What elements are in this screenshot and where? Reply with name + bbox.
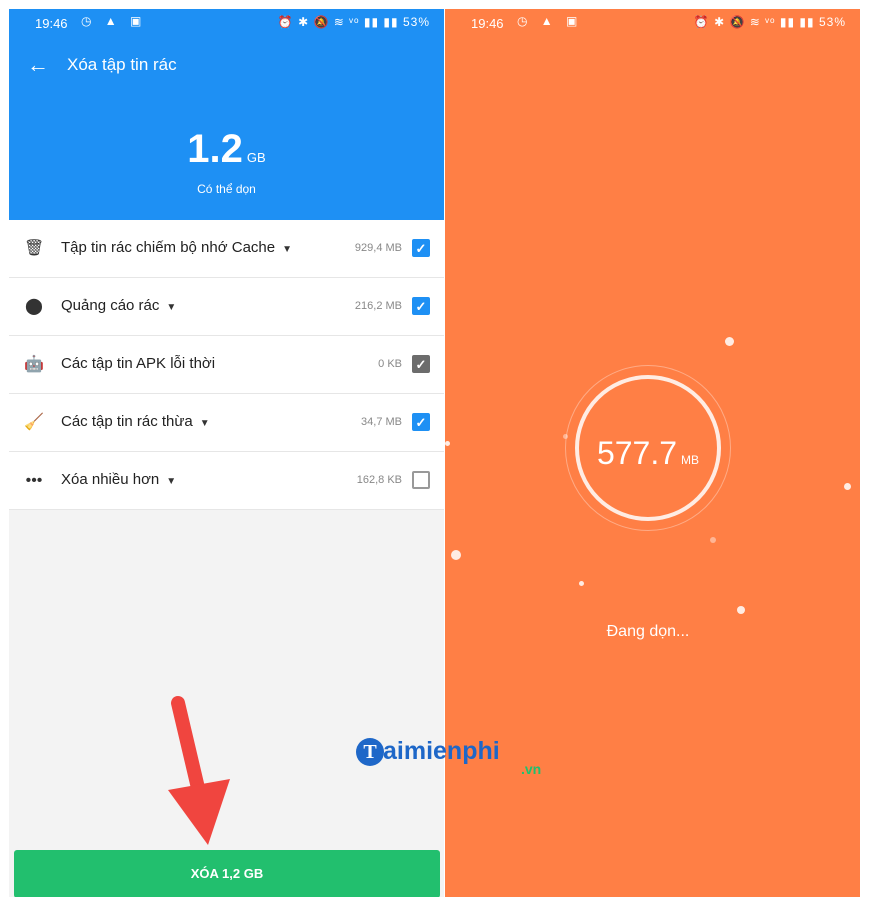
checkbox[interactable]: ✓ [412,355,430,373]
watermark-logo: Taimienphi .vn [356,737,541,777]
junk-size-unit: GB [246,150,266,165]
battery-level: 53% [818,15,846,29]
status-notification-icons: ◷ ▲ ▣ [517,14,583,28]
watermark-suffix: .vn [521,761,542,777]
page-title: Xóa tập tin rác [67,55,177,74]
cleaning-status-text: Đang dọn... [606,623,690,640]
list-item-size: 0 KB [378,358,402,370]
trash-icon: 🗑 [24,240,45,257]
list-item-size: 162,8 KB [356,474,402,486]
junk-category-list: 🗑 Tập tin rác chiếm bộ nhớ Cache ▼ 929,4 MB… [9,220,444,510]
junk-size-caption: Có thể dọn [197,182,256,196]
list-item-size: 216,2 MB [354,300,402,312]
ad-icon: ⬤ [25,298,43,315]
clean-button[interactable]: XÓA 1,2 GB [14,850,440,897]
list-item-label: Các tập tin rác thừa ▼ [61,413,210,430]
red-arrow-icon [168,696,230,845]
battery-level: 53% [402,15,430,29]
signal-icons: ⏰ ✱ 🔕 ≋ ᵛᵒ ▮▮ ▮▮ [693,15,815,29]
cleaned-amount: 577.7 MB [445,435,851,472]
status-bar: 19:46 ◷ ▲ ▣ ⏰ ✱ 🔕 ≋ ᵛᵒ ▮▮ ▮▮ 53% [9,9,444,39]
list-item-text: Tập tin rác chiếm bộ nhớ Cache [61,239,276,256]
particle [725,337,734,346]
checkbox[interactable] [412,471,430,489]
checkbox[interactable]: ✓ [412,297,430,315]
cleaning-progress-screen: 19:46 ◷ ▲ ▣ ⏰ ✱ 🔕 ≋ ᵛᵒ ▮▮ ▮▮ 53% 577.7 MB… [445,9,860,897]
particle [451,550,461,560]
status-system-icons: ⏰ ✱ 🔕 ≋ ᵛᵒ ▮▮ ▮▮ 53% [278,15,430,29]
chevron-down-icon[interactable]: ▼ [166,476,176,487]
more-icon: ••• [25,472,43,489]
cleaned-amount-value: 577.7 [596,435,678,471]
list-item-label: Tập tin rác chiếm bộ nhớ Cache ▼ [61,239,292,256]
header-area: 19:46 ◷ ▲ ▣ ⏰ ✱ 🔕 ≋ ᵛᵒ ▮▮ ▮▮ 53% ← Xóa t… [9,9,444,220]
list-item[interactable]: 🧹 Các tập tin rác thừa ▼ 34,7 MB ✓ [9,394,444,452]
broom-icon: 🧹 [24,414,44,431]
back-arrow-icon[interactable]: ← [27,52,49,78]
junk-size-value: 1.2 [187,127,243,171]
chevron-down-icon[interactable]: ▼ [200,418,210,429]
status-system-icons: ⏰ ✱ 🔕 ≋ ᵛᵒ ▮▮ ▮▮ 53% [694,15,846,29]
list-item[interactable]: ••• Xóa nhiều hơn ▼ 162,8 KB [9,452,444,510]
particle [844,483,851,490]
checkbox[interactable]: ✓ [412,239,430,257]
android-icon: 🤖 [24,356,44,373]
particle [737,606,745,614]
list-item-text: Quảng cáo rác [61,297,160,314]
list-item-size: 929,4 MB [354,242,402,254]
particle [579,581,584,586]
watermark-brand: aimienphi [383,737,500,765]
checkbox[interactable]: ✓ [412,413,430,431]
watermark-logo-icon: T [356,737,384,766]
list-item-label: Các tập tin APK lỗi thời [61,355,215,372]
status-time: 19:46 [35,16,68,31]
list-item[interactable]: 🗑 Tập tin rác chiếm bộ nhớ Cache ▼ 929,4 MB… [9,220,444,278]
app-bar: ← Xóa tập tin rác [9,49,444,85]
list-item-size: 34,7 MB [361,416,402,428]
list-item[interactable]: ⬤ Quảng cáo rác ▼ 216,2 MB ✓ [9,278,444,336]
cleaned-amount-unit: MB [681,453,700,467]
list-item-text: Các tập tin rác thừa [61,413,193,430]
list-item-label: Quảng cáo rác ▼ [61,297,176,314]
particle [710,537,716,543]
list-item-text: Xóa nhiều hơn [61,471,160,488]
list-item-label: Xóa nhiều hơn ▼ [61,471,176,488]
junk-size-summary: 1.2 GB [9,127,444,172]
list-item[interactable]: 🤖 Các tập tin APK lỗi thời 0 KB ✓ [9,336,444,394]
chevron-down-icon[interactable]: ▼ [282,244,292,255]
chevron-down-icon[interactable]: ▼ [166,302,176,313]
status-notification-icons: ◷ ▲ ▣ [81,14,147,28]
list-item-text: Các tập tin APK lỗi thời [61,355,216,372]
status-bar: 19:46 ◷ ▲ ▣ ⏰ ✱ 🔕 ≋ ᵛᵒ ▮▮ ▮▮ 53% [445,9,860,39]
signal-icons: ⏰ ✱ 🔕 ≋ ᵛᵒ ▮▮ ▮▮ [277,15,399,29]
status-time: 19:46 [471,16,504,31]
